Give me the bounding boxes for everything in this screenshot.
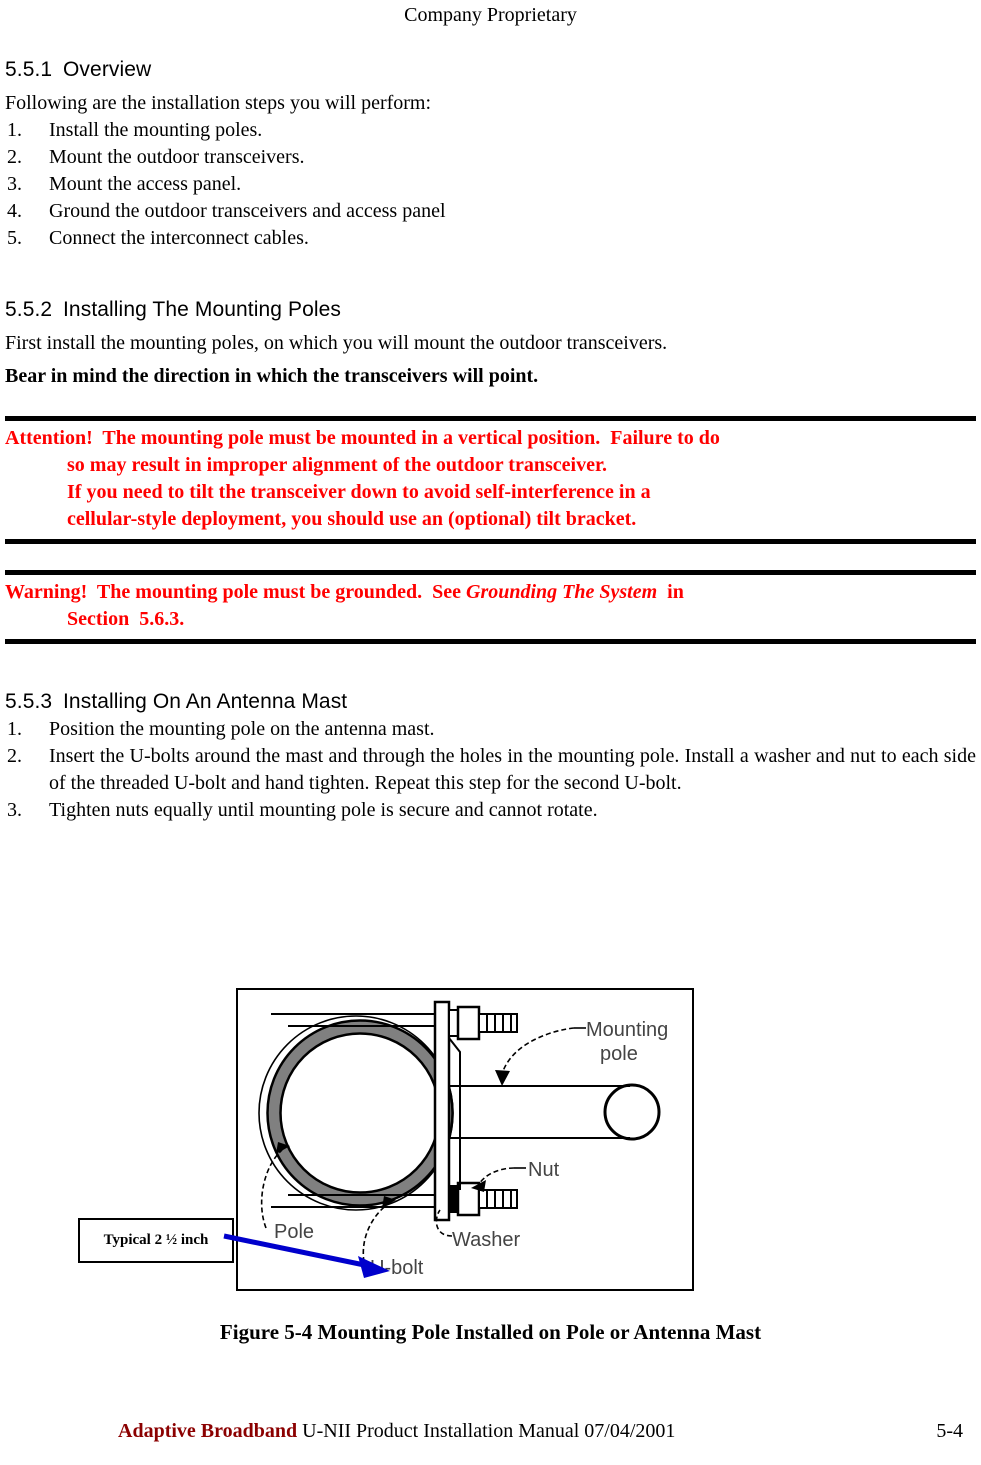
section-title-installing-poles: Installing The Mounting Poles	[63, 298, 342, 321]
attention-line-3: If you need to tilt the transceiver down…	[67, 481, 651, 503]
leader-mounting-pole	[501, 1027, 575, 1075]
section-title-overview: Overview	[63, 58, 152, 81]
list-item: 4. Ground the outdoor transceivers and a…	[5, 198, 976, 225]
pole-ring-gray	[267, 1020, 453, 1206]
callout-text: Typical 2 ½ inch	[103, 1232, 209, 1248]
upper-nut	[456, 1005, 481, 1041]
list-item-text: Ground the outdoor transceivers and acce…	[49, 200, 446, 222]
label-pole: Pole	[274, 1221, 314, 1243]
attention-line-4: cellular-style deployment, you should us…	[67, 508, 637, 530]
label-mounting-pole-line2: pole	[600, 1043, 638, 1065]
list-item: 2. Insert the U-bolts around the mast an…	[5, 743, 976, 797]
section-number-552: 5.5.2	[5, 298, 53, 321]
list-item-text: Insert the U-bolts around the mast and t…	[49, 745, 976, 794]
figure-border-box: Mounting pole Nut Washer Pole U-bolt	[236, 988, 694, 1291]
installing-poles-para1: First install the mounting poles, on whi…	[5, 332, 668, 354]
footer-brand: Adaptive Broadband	[118, 1420, 298, 1442]
page-header: Company Proprietary	[0, 2, 981, 28]
overview-intro: Following are the installation steps you…	[5, 92, 432, 114]
list-marker: 1.	[7, 718, 22, 740]
footer-center-group: Adaptive Broadband U-NII Product Install…	[118, 1420, 675, 1443]
footer-page-number: 5-4	[936, 1420, 963, 1442]
section-title-antenna-mast: Installing On An Antenna Mast	[63, 690, 348, 713]
figure-caption-text: Figure 5-4 Mounting Pole Installed on Po…	[219, 1320, 762, 1344]
callout-typical-size: Typical 2 ½ inch	[78, 1218, 234, 1263]
leader-pole	[260, 1149, 283, 1229]
attention-alert-box: Attention! The mounting pole must be mou…	[5, 416, 976, 544]
upper-washer	[448, 1009, 459, 1037]
label-nut: Nut	[528, 1159, 560, 1181]
warning-line-1: Warning! The mounting pole must be groun…	[5, 579, 976, 606]
list-item-text: Tighten nuts equally until mounting pole…	[49, 799, 598, 821]
leader-ubolt	[362, 1203, 389, 1263]
section-heading-antenna-mast: 5.5.3 Installing On An Antenna Mast	[5, 688, 976, 716]
list-item-text: Connect the interconnect cables.	[49, 227, 309, 249]
warning-suffix: in	[657, 581, 684, 603]
list-marker: 4.	[7, 200, 22, 222]
overview-step-list: 1. Install the mounting poles. 2. Mount …	[5, 117, 976, 252]
arrowhead-mounting-pole	[495, 1070, 510, 1086]
figure-caption: Figure 5-4 Mounting Pole Installed on Po…	[0, 1320, 981, 1345]
lower-washer	[448, 1185, 459, 1213]
list-item: 3. Tighten nuts equally until mounting p…	[5, 797, 976, 824]
list-item-text: Install the mounting poles.	[49, 119, 263, 141]
label-ubolt: U-bolt	[370, 1257, 424, 1279]
list-item: 2. Mount the outdoor transceivers.	[5, 144, 976, 171]
antenna-mast-step-list: 1. Position the mounting pole on the ant…	[5, 716, 976, 824]
list-marker: 1.	[7, 119, 22, 141]
list-marker: 2.	[7, 146, 22, 168]
list-marker: 5.	[7, 227, 22, 249]
section-number-551: 5.5.1	[5, 58, 53, 81]
page-content: 5.5.1 Overview Following are the installa…	[5, 56, 976, 824]
mounting-pole-end-circle	[603, 1083, 661, 1141]
list-item-text: Mount the outdoor transceivers.	[49, 146, 305, 168]
page-footer: Adaptive Broadband U-NII Product Install…	[0, 1420, 981, 1460]
list-marker: 3.	[7, 799, 22, 821]
label-washer: Washer	[452, 1229, 521, 1251]
list-item-text: Position the mounting pole on the antenn…	[49, 718, 435, 740]
warning-line-2: Section 5.6.3.	[67, 608, 185, 630]
list-item-text: Mount the access panel.	[49, 173, 242, 195]
attention-line-1: Attention! The mounting pole must be mou…	[5, 427, 720, 449]
section-heading-installing-poles: 5.5.2 Installing The Mounting Poles	[5, 296, 976, 324]
label-mounting-pole-line1: Mounting	[586, 1019, 668, 1041]
footer-manual-title: U-NII Product Installation Manual 07/04/…	[302, 1420, 676, 1442]
page-header-text: Company Proprietary	[404, 4, 577, 26]
installing-poles-para2: Bear in mind the direction in which the …	[5, 365, 539, 387]
warning-alert-box: Warning! The mounting pole must be groun…	[5, 570, 976, 644]
attention-line-2: so may result in improper alignment of t…	[67, 454, 607, 476]
list-item: 1. Install the mounting poles.	[5, 117, 976, 144]
section-number-553: 5.5.3	[5, 690, 53, 713]
list-item: 3. Mount the access panel.	[5, 171, 976, 198]
list-item: 5. Connect the interconnect cables.	[5, 225, 976, 252]
list-marker: 2.	[7, 745, 22, 767]
list-item: 1. Position the mounting pole on the ant…	[5, 716, 976, 743]
mounting-plate	[433, 1000, 451, 1222]
document-page: Company Proprietary 5.5.1 Overview Follow…	[0, 0, 981, 1465]
list-marker: 3.	[7, 173, 22, 195]
warning-italic-ref: Grounding The System	[466, 581, 658, 603]
pole-ring-inner-edge	[279, 1032, 441, 1194]
warning-prefix: Warning! The mounting pole must be groun…	[5, 581, 467, 603]
pole-ring-outer-edge	[266, 1019, 454, 1207]
section-heading-overview: 5.5.1 Overview	[5, 56, 976, 84]
mounting-pole-diagram: Mounting pole Nut Washer Pole U-bolt	[258, 1000, 668, 1279]
figure-area: Mounting pole Nut Washer Pole U-bolt Typ…	[0, 975, 981, 1305]
